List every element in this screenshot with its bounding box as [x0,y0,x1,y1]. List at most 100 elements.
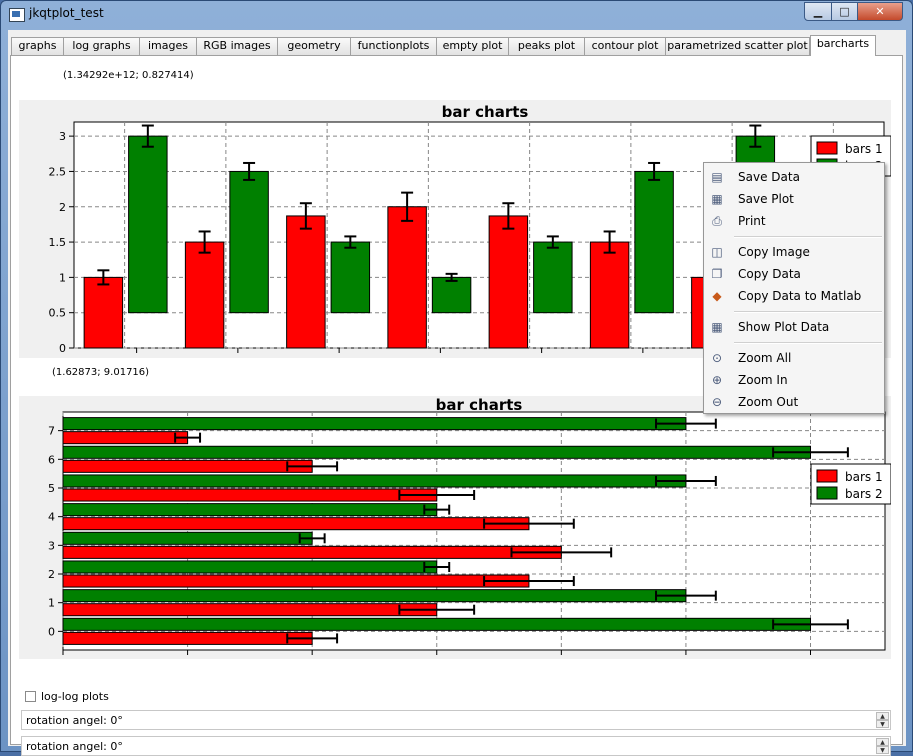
plot2-horizontal-bar-chart[interactable]: 0 0.5 1 1.5 2 2.5 3 0 1 2 3 4 5 6 7 bar charts bars 1 bar… [19,379,891,659]
plot2-bar-2 [62,617,812,631]
tab-images[interactable]: images [139,37,197,55]
menu-item-label: Copy Image [738,245,810,259]
tab-functionplots[interactable]: functionplots [350,37,437,55]
plot1-y-tick-label: 3 [59,130,66,143]
menu-item-label: Zoom Out [738,395,799,409]
plot2-bar-2 [62,503,438,517]
plot2-coordinate-readout: (1.62873; 9.01716) [52,367,150,378]
plot1-bar-2 [431,276,472,314]
plot2-y-tick-label: 7 [48,425,55,438]
minimize-button[interactable]: ▁ [804,2,832,21]
plot1-bar-1 [488,215,529,349]
plot1-x-tick-label: 16. Feb 1970 [303,356,375,358]
menu-item-copy-image[interactable]: ◫ Copy Image [706,242,882,262]
window-title: jkqtplot_test [29,6,104,20]
zoom-out-icon: ⊖ [711,395,723,409]
menu-item-print[interactable]: ⎙ Print [706,211,882,231]
plot2-bar-2 [62,474,687,488]
plot1-bar-1 [286,215,326,349]
plot2-legend-swatch-1 [816,469,838,483]
menu-item-label: Print [738,214,766,228]
plot2-y-tick-label: 5 [48,482,55,495]
spin-up-icon[interactable]: ▲ [876,712,889,720]
plot1-bar-2 [634,170,674,314]
plot2-y-tick-label: 4 [48,511,55,524]
tab-parametrized-scatter-plot[interactable]: parametrized scatter plot [665,37,810,55]
plot2-x-tick-label: 2.5 [677,658,695,659]
copy-image-icon: ◫ [711,245,723,259]
menu-item-show-plot-data[interactable]: ▦ Show Plot Data [706,317,882,337]
plot2-x-tick-label: 1 [309,658,316,659]
plot2-bar-1 [62,603,438,617]
menu-separator [734,342,882,344]
title-bar[interactable]: jkqtplot_test ▁ □ ✕ [1,1,912,29]
zoom-in-icon: ⊕ [711,373,723,387]
tab-geometry[interactable]: geometry [277,37,351,55]
tab-contour-plot[interactable]: contour plot [584,37,666,55]
app-icon [9,8,25,22]
plot1-legend-swatch-1 [816,141,838,155]
rotation-angle-spinbox-1[interactable]: rotation angel: 0° ▲ ▼ [21,710,891,730]
plot2-bar-1 [62,545,562,559]
menu-item-label: Show Plot Data [738,320,830,334]
rotation-angle-spinbox-2[interactable]: rotation angel: 0° ▲ ▼ [21,736,891,756]
menu-item-save-data[interactable]: ▤ Save Data [706,167,882,187]
plot1-y-tick-label: 2.5 [49,165,67,178]
plot2-y-tick-label: 6 [48,453,55,466]
close-button[interactable]: ✕ [857,2,903,21]
rotation-angle-1-text: rotation angel: 0° [26,714,123,727]
zoom-all-icon: ⊙ [711,351,723,365]
menu-item-zoom-in[interactable]: ⊕ Zoom In [706,370,882,390]
plot2-bar-1 [62,631,313,645]
plot2-x-tick-label: 3 [807,658,814,659]
menu-item-zoom-all[interactable]: ⊙ Zoom All [706,348,882,368]
plot1-bar-2 [533,241,573,314]
menu-item-zoom-out[interactable]: ⊖ Zoom Out [706,392,882,412]
plot2-bar-2 [62,589,687,603]
plot2-title: bar charts [436,396,523,414]
plot1-y-tick-label: 1.5 [49,236,67,249]
save-data-icon: ▤ [711,170,723,184]
rotation-angle-1-arrows[interactable]: ▲ ▼ [876,712,889,728]
plot1-bar-1 [184,241,225,349]
plot2-bar-1 [62,459,313,473]
tab-log-graphs[interactable]: log graphs [63,37,140,55]
plot1-y-tick-label: 0 [59,342,66,355]
plot2-bar-1 [62,517,530,531]
spin-down-icon[interactable]: ▼ [876,746,889,754]
plot1-title: bar charts [442,103,529,121]
plot2-bar-2 [62,445,812,459]
maximize-button[interactable]: □ [831,2,858,21]
plot1-bar-1 [589,241,630,349]
loglog-checkbox[interactable] [25,691,36,702]
plot1-bar-2 [128,135,168,314]
tab-empty-plot[interactable]: empty plot [436,37,509,55]
spin-up-icon[interactable]: ▲ [876,738,889,746]
menu-item-label: Save Plot [738,192,794,206]
plot2-bar-2 [62,531,313,545]
tab-peaks-plot[interactable]: peaks plot [508,37,585,55]
table-icon: ▦ [711,320,723,334]
plot2-bar-2 [62,417,687,431]
menu-item-copy-data-matlab[interactable]: ◆ Copy Data to Matlab [706,286,882,306]
plot1-coordinate-readout: (1.34292e+12; 0.827414) [63,70,194,81]
tab-barcharts[interactable]: barcharts [810,35,876,56]
plot1-x-tick-label: 28. Jan 1970 [406,356,475,358]
copy-data-icon: ❐ [711,267,723,281]
spin-down-icon[interactable]: ▼ [876,720,889,728]
tab-rgb-images[interactable]: RGB images [196,37,278,55]
plot2-x-tick-label: 2 [558,658,565,659]
matlab-icon: ◆ [712,289,722,303]
plot2-bar-1 [62,431,189,445]
tab-graphs[interactable]: graphs [11,37,64,55]
plot1-x-tick-label: 16. Jan 1970 [203,356,272,358]
plot1-y-tick-label: 0.5 [49,307,67,320]
menu-item-save-plot[interactable]: ▦ Save Plot [706,189,882,209]
menu-item-label: Zoom In [738,373,788,387]
plot2-bar-1 [62,488,438,502]
plot2-bar-1 [62,574,530,588]
plot2-y-tick-label: 1 [48,597,55,610]
menu-item-copy-data[interactable]: ❐ Copy Data [706,264,882,284]
plot2-bar-2 [62,560,438,574]
plot2-x-tick-label: 1.5 [428,658,446,659]
